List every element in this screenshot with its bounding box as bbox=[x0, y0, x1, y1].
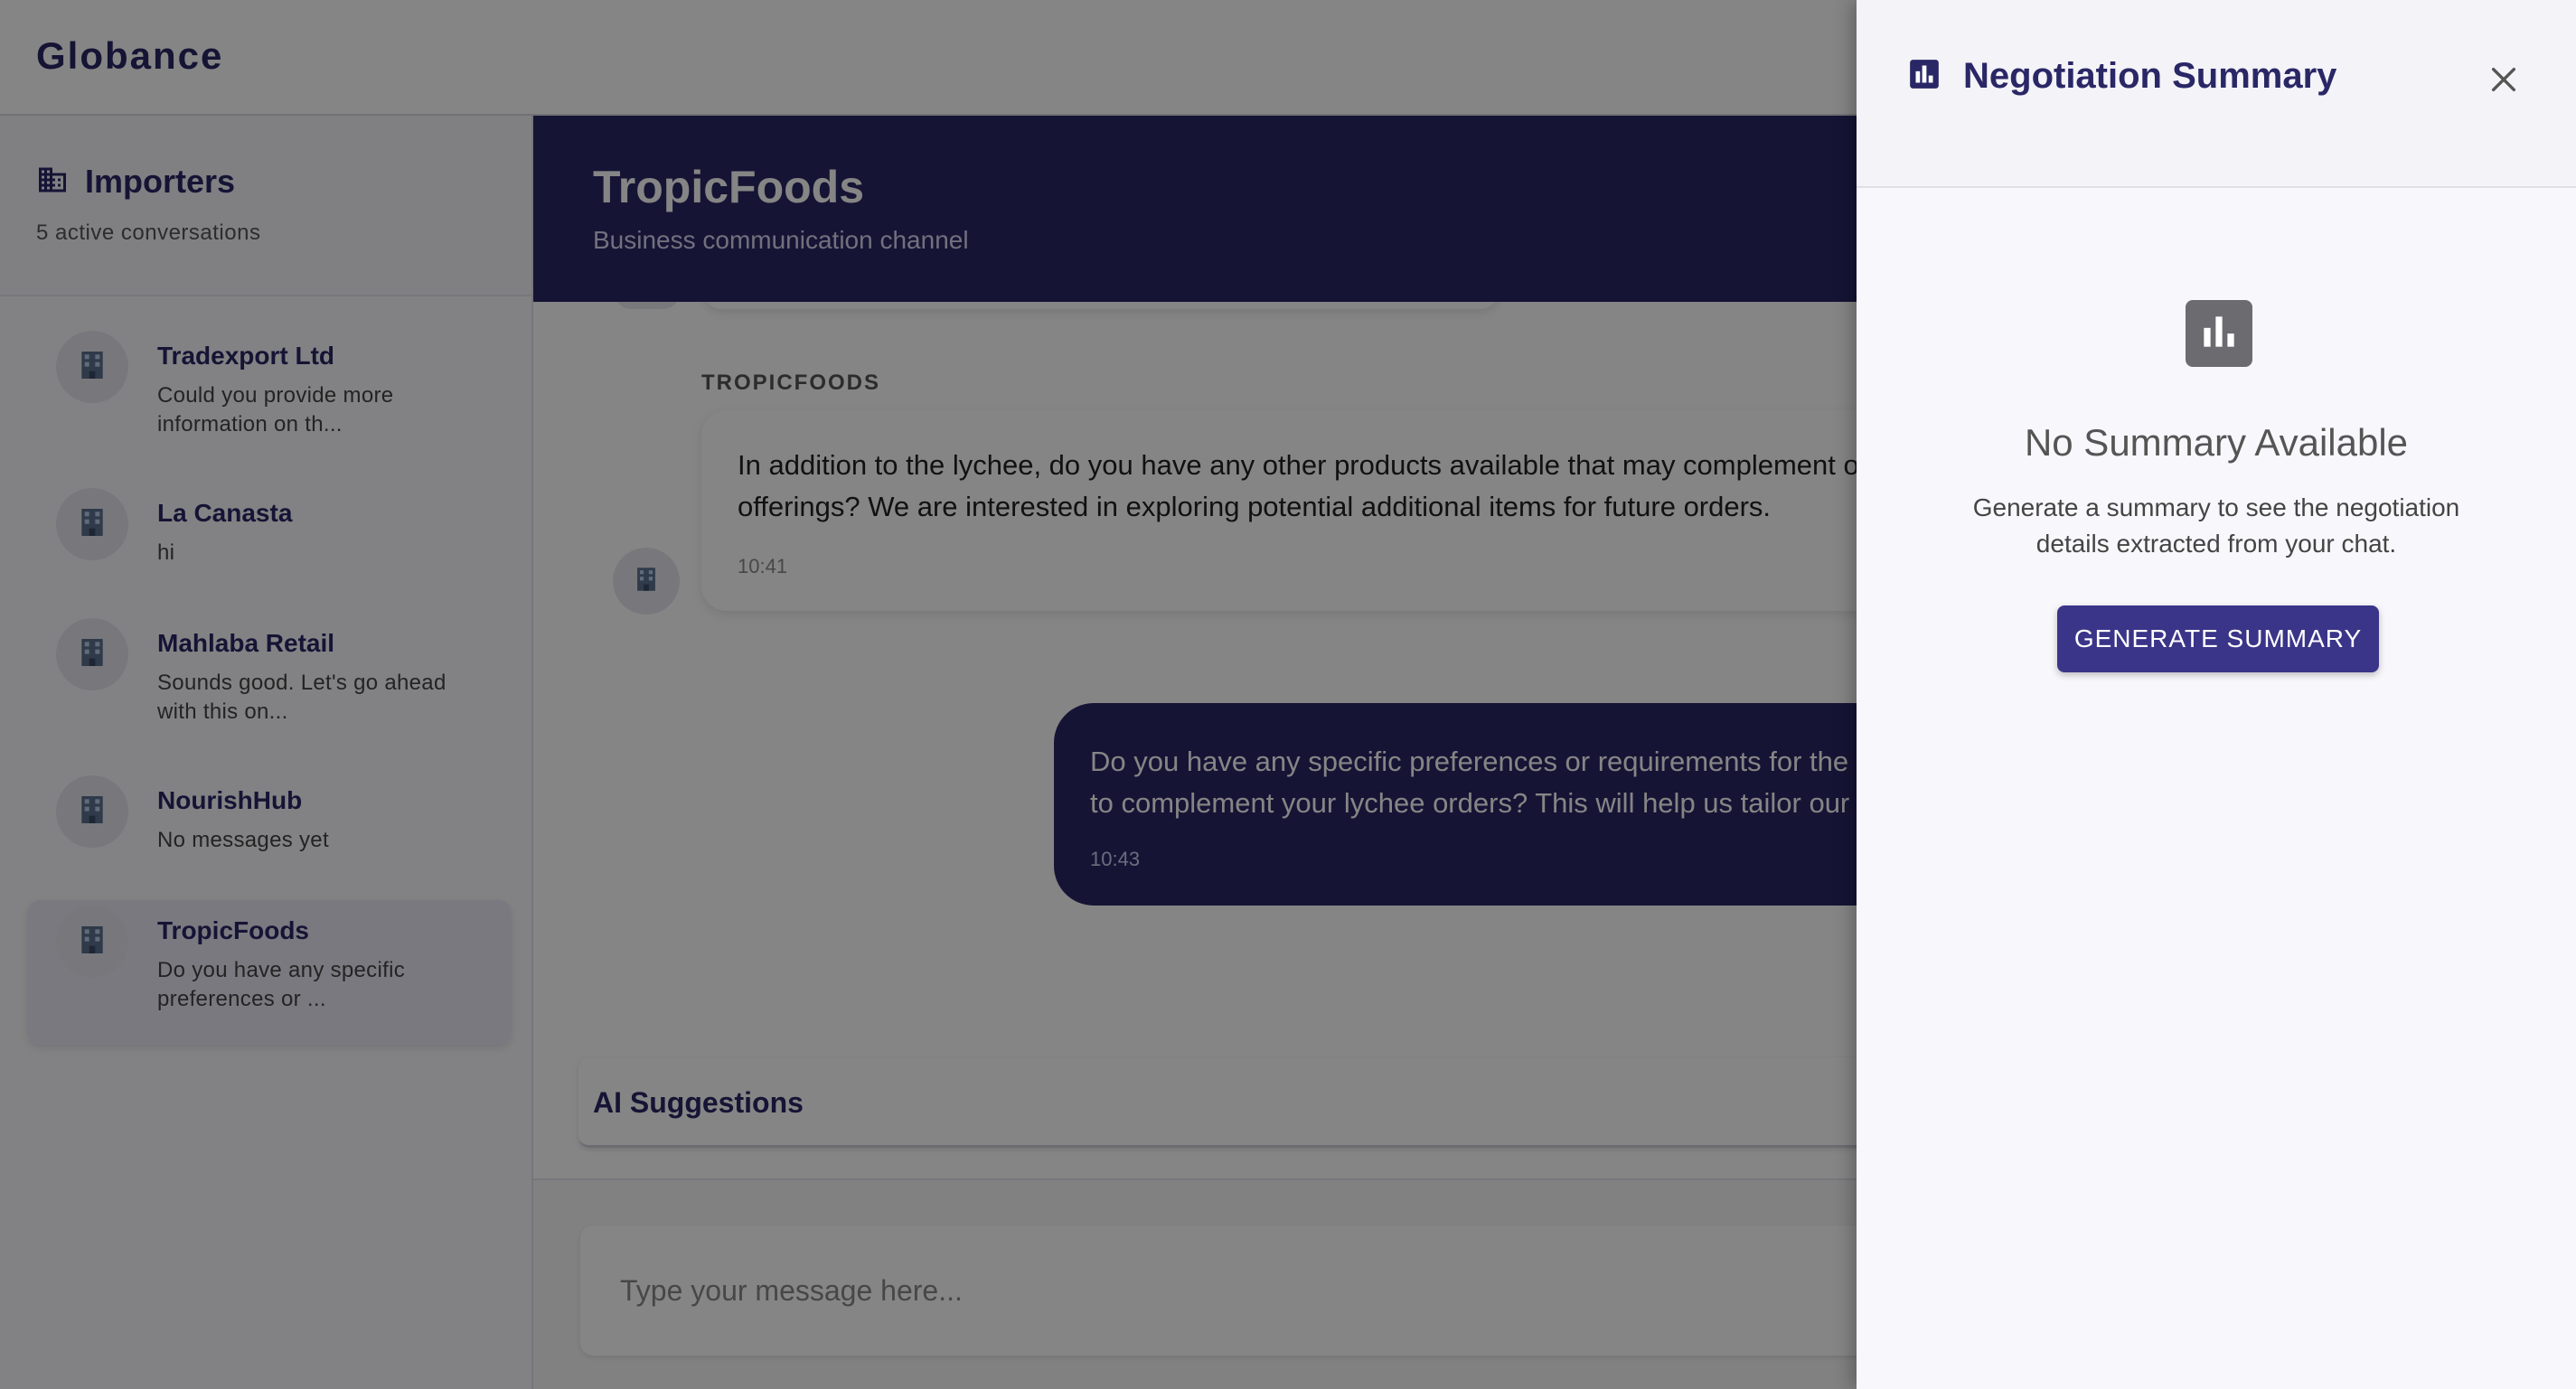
bar-chart-icon bbox=[2196, 309, 2242, 359]
summary-placeholder-icon bbox=[2186, 300, 2252, 367]
drawer-title: Negotiation Summary bbox=[1907, 56, 2336, 97]
negotiation-summary-drawer: Negotiation Summary No Summary Available… bbox=[1857, 0, 2576, 1389]
empty-state-title: No Summary Available bbox=[2024, 421, 2409, 464]
drawer-title-label: Negotiation Summary bbox=[1963, 56, 2337, 96]
bar-chart-icon bbox=[1907, 57, 1941, 96]
empty-state-description: Generate a summary to see the negotiatio… bbox=[1972, 493, 2460, 558]
close-button[interactable] bbox=[2478, 56, 2529, 107]
generate-summary-button[interactable]: GENERATE SUMMARY bbox=[2057, 605, 2379, 672]
drawer-header: Negotiation Summary bbox=[1857, 0, 2576, 188]
close-icon bbox=[2488, 64, 2519, 99]
